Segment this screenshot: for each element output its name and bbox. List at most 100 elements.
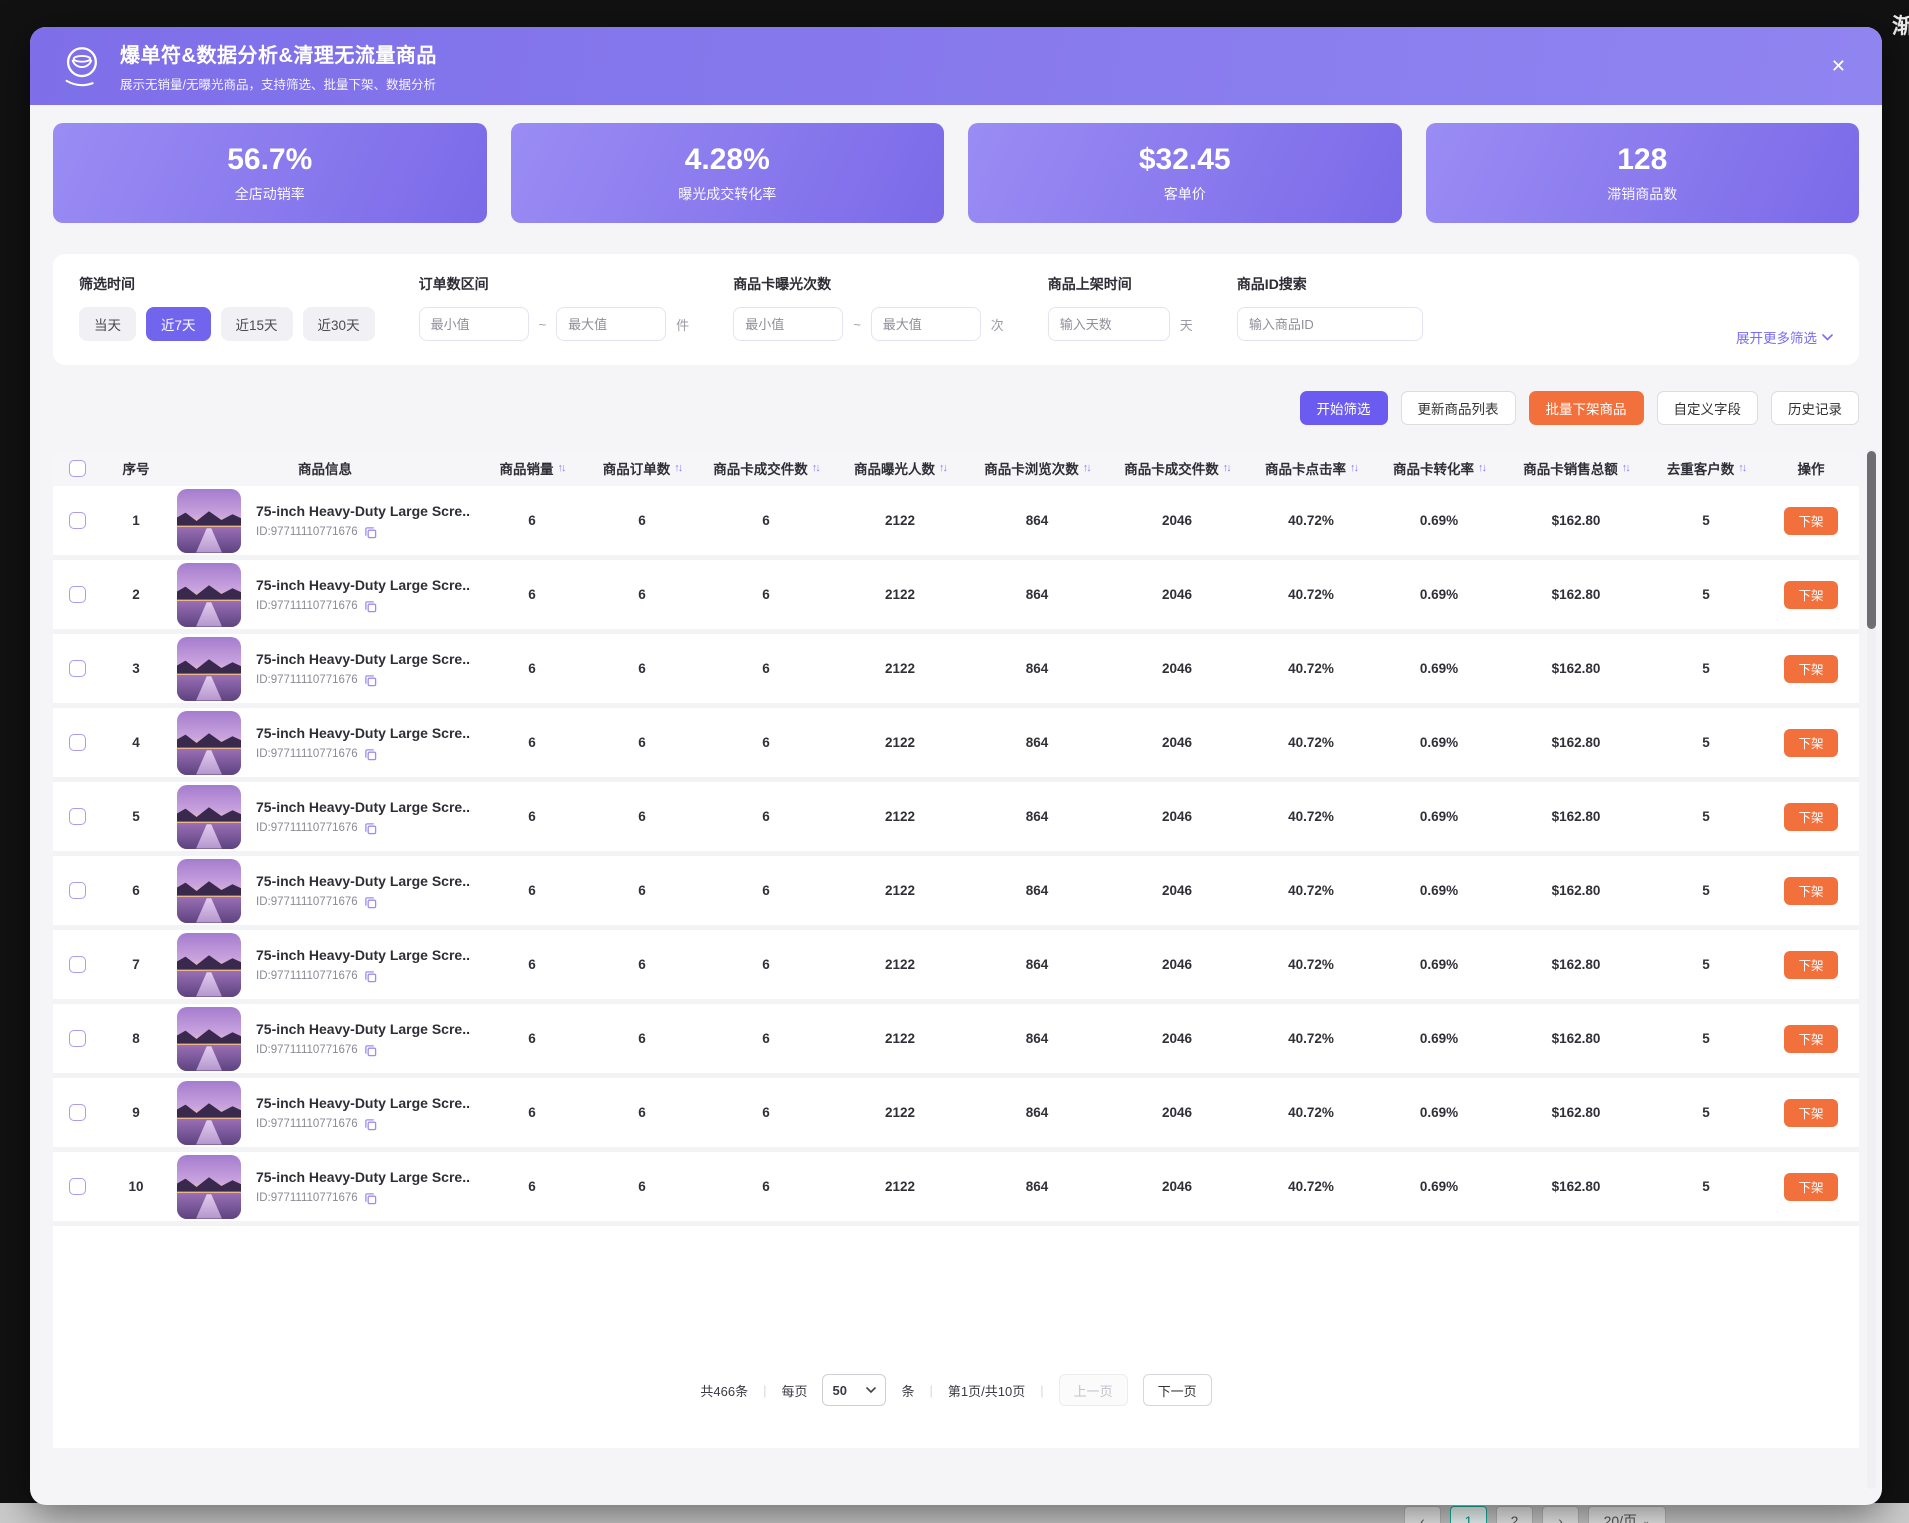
stat-card-conversion: 4.28% 曝光成交转化率 <box>511 123 945 223</box>
remove-button[interactable]: 下架 <box>1784 1025 1837 1053</box>
row-checkbox[interactable] <box>69 1030 86 1047</box>
cell-ctr: 40.72% <box>1247 957 1375 972</box>
mini-prev-button[interactable]: ‹ <box>1404 1506 1441 1523</box>
cell-sales: 6 <box>479 1031 585 1046</box>
row-checkbox[interactable] <box>69 512 86 529</box>
app-logo-icon <box>58 43 104 89</box>
col-card-deals[interactable]: 商品卡成交件数↑↓ <box>699 458 833 478</box>
mini-next-button[interactable]: › <box>1542 1506 1579 1523</box>
table-scrollbar[interactable] <box>1867 449 1876 1489</box>
sort-icon[interactable]: ↑↓ <box>1477 462 1485 474</box>
col-sales[interactable]: 商品销量↑↓ <box>479 458 585 478</box>
col-cvr[interactable]: 商品卡转化率↑↓ <box>1375 458 1503 478</box>
row-checkbox[interactable] <box>69 956 86 973</box>
batch-remove-button[interactable]: 批量下架商品 <box>1529 391 1644 425</box>
col-total-sales[interactable]: 商品卡销售总额↑↓ <box>1503 458 1649 478</box>
underlying-page-text: 渐 <box>1892 10 1909 40</box>
row-checkbox[interactable] <box>69 808 86 825</box>
time-chip-7d[interactable]: 近7天 <box>146 307 211 341</box>
copy-icon[interactable] <box>364 1192 377 1205</box>
cell-orders: 6 <box>585 661 699 676</box>
product-id: ID:97711110771676 <box>256 822 358 834</box>
row-index: 2 <box>101 587 171 602</box>
cell-card-deals: 6 <box>699 883 833 898</box>
history-button[interactable]: 历史记录 <box>1771 391 1859 425</box>
mini-page-size-select[interactable]: 20/页⌄ <box>1588 1506 1666 1523</box>
copy-icon[interactable] <box>364 896 377 909</box>
col-ctr[interactable]: 商品卡点击率↑↓ <box>1247 458 1375 478</box>
row-checkbox[interactable] <box>69 1178 86 1195</box>
sort-icon[interactable]: ↑↓ <box>673 462 681 474</box>
sort-icon[interactable]: ↑↓ <box>1082 462 1090 474</box>
copy-icon[interactable] <box>364 526 377 539</box>
time-chip-15d[interactable]: 近15天 <box>221 307 293 341</box>
cell-exposure: 2122 <box>833 809 967 824</box>
product-name: 75-inch Heavy-Duty Large Scre... <box>256 873 471 889</box>
listing-days-input[interactable] <box>1048 307 1170 341</box>
time-chip-today[interactable]: 当天 <box>79 307 136 341</box>
mini-page-2[interactable]: 2 <box>1496 1506 1533 1523</box>
sort-icon[interactable]: ↑↓ <box>557 462 565 474</box>
copy-icon[interactable] <box>364 970 377 983</box>
remove-button[interactable]: 下架 <box>1784 803 1837 831</box>
exposure-min-input[interactable] <box>733 307 843 341</box>
copy-icon[interactable] <box>364 1044 377 1057</box>
remove-button[interactable]: 下架 <box>1784 581 1837 609</box>
col-index: 序号 <box>101 458 171 478</box>
product-id-input[interactable] <box>1237 307 1423 341</box>
col-exposure[interactable]: 商品曝光人数↑↓ <box>833 458 967 478</box>
mini-page-1[interactable]: 1 <box>1450 1506 1487 1523</box>
exposure-max-input[interactable] <box>871 307 981 341</box>
copy-icon[interactable] <box>364 748 377 761</box>
update-list-button[interactable]: 更新商品列表 <box>1401 391 1516 425</box>
prev-page-button[interactable]: 上一页 <box>1059 1374 1128 1406</box>
close-icon[interactable]: ✕ <box>1825 51 1852 81</box>
col-orders[interactable]: 商品订单数↑↓ <box>585 458 699 478</box>
sort-icon[interactable]: ↑↓ <box>1621 462 1629 474</box>
sort-icon[interactable]: ↑↓ <box>1349 462 1357 474</box>
custom-fields-button[interactable]: 自定义字段 <box>1657 391 1759 425</box>
col-unique-customers[interactable]: 去重客户数↑↓ <box>1649 458 1763 478</box>
copy-icon[interactable] <box>364 1118 377 1131</box>
copy-icon[interactable] <box>364 822 377 835</box>
order-min-input[interactable] <box>419 307 529 341</box>
start-filter-button[interactable]: 开始筛选 <box>1300 391 1388 425</box>
sort-icon[interactable]: ↑↓ <box>1737 462 1745 474</box>
table-row: 275-inch Heavy-Duty Large Scre...ID:9771… <box>53 560 1859 634</box>
page-size-select[interactable]: 50 <box>822 1374 886 1406</box>
expand-more-label: 展开更多筛选 <box>1736 327 1817 347</box>
remove-button[interactable]: 下架 <box>1784 507 1837 535</box>
next-page-button[interactable]: 下一页 <box>1143 1374 1212 1406</box>
row-index: 3 <box>101 661 171 676</box>
cell-views: 864 <box>967 1105 1107 1120</box>
row-checkbox[interactable] <box>69 586 86 603</box>
remove-button[interactable]: 下架 <box>1784 1099 1837 1127</box>
sort-icon[interactable]: ↑↓ <box>1222 462 1230 474</box>
cell-views: 864 <box>967 809 1107 824</box>
time-chip-30d[interactable]: 近30天 <box>303 307 375 341</box>
cell-card-deals-2: 2046 <box>1107 587 1247 602</box>
remove-button[interactable]: 下架 <box>1784 655 1837 683</box>
remove-button[interactable]: 下架 <box>1784 729 1837 757</box>
row-checkbox[interactable] <box>69 882 86 899</box>
row-checkbox[interactable] <box>69 1104 86 1121</box>
col-card-deals-2[interactable]: 商品卡成交件数↑↓ <box>1107 458 1247 478</box>
order-max-input[interactable] <box>556 307 666 341</box>
cell-ctr: 40.72% <box>1247 883 1375 898</box>
expand-more-filters-link[interactable]: 展开更多筛选 <box>1736 327 1833 347</box>
scrollbar-thumb[interactable] <box>1867 451 1876 629</box>
row-checkbox[interactable] <box>69 734 86 751</box>
sort-icon[interactable]: ↑↓ <box>811 462 819 474</box>
sort-icon[interactable]: ↑↓ <box>938 462 946 474</box>
copy-icon[interactable] <box>364 674 377 687</box>
select-all-checkbox[interactable] <box>69 460 86 477</box>
product-image <box>177 711 241 775</box>
col-views[interactable]: 商品卡浏览次数↑↓ <box>967 458 1107 478</box>
remove-button[interactable]: 下架 <box>1784 951 1837 979</box>
copy-icon[interactable] <box>364 600 377 613</box>
row-checkbox[interactable] <box>69 660 86 677</box>
remove-button[interactable]: 下架 <box>1784 877 1837 905</box>
row-index: 6 <box>101 883 171 898</box>
underlying-pagination: ‹ 1 2 › 20/页⌄ <box>1404 1506 1666 1523</box>
remove-button[interactable]: 下架 <box>1784 1173 1837 1201</box>
